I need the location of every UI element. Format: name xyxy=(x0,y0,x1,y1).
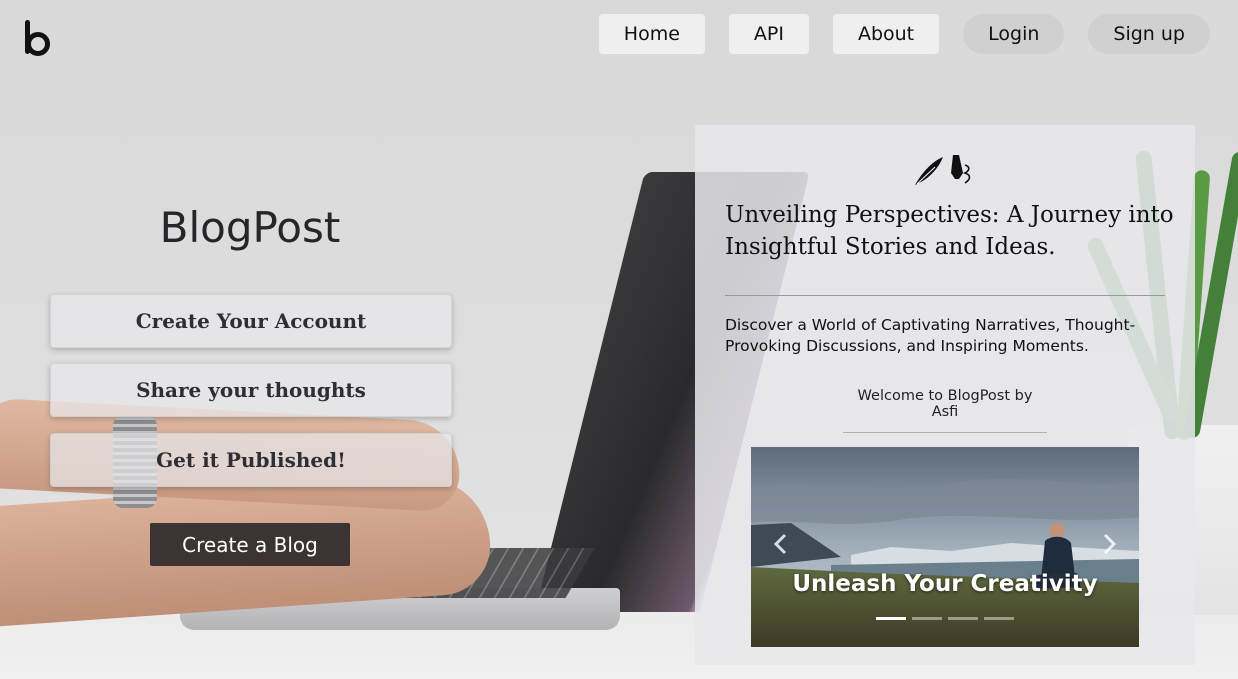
login-button[interactable]: Login xyxy=(963,14,1065,54)
intro-panel: Unveiling Perspectives: A Journey into I… xyxy=(695,125,1195,665)
signup-button[interactable]: Sign up xyxy=(1088,14,1210,54)
chevron-right-icon xyxy=(1103,533,1117,555)
carousel-indicator[interactable] xyxy=(984,617,1014,620)
carousel-prev-button[interactable] xyxy=(767,529,793,559)
brand-title: BlogPost xyxy=(159,203,341,252)
quill-and-pen-icon xyxy=(913,153,977,187)
create-blog-button[interactable]: Create a Blog xyxy=(150,523,350,566)
feature-create-account: Create Your Account xyxy=(50,294,452,348)
nav-api-button[interactable]: API xyxy=(728,14,809,54)
carousel-indicator[interactable] xyxy=(912,617,942,620)
panel-headline: Unveiling Perspectives: A Journey into I… xyxy=(725,202,1174,260)
chevron-left-icon xyxy=(773,533,787,555)
image-carousel[interactable]: Unleash Your Creativity xyxy=(751,447,1139,647)
carousel-caption: Unleash Your Creativity xyxy=(792,571,1098,597)
welcome-text: Welcome to BlogPost by Asfi xyxy=(843,388,1047,433)
logo[interactable] xyxy=(22,18,52,58)
panel-divider xyxy=(725,295,1165,296)
nav-home-button[interactable]: Home xyxy=(598,14,705,54)
carousel-next-button[interactable] xyxy=(1097,529,1123,559)
top-nav: Home API About Login Sign up xyxy=(598,14,1210,54)
carousel-indicator[interactable] xyxy=(948,617,978,620)
carousel-indicator[interactable] xyxy=(876,617,906,620)
carousel-indicators xyxy=(751,617,1139,620)
feature-share-thoughts: Share your thoughts xyxy=(50,363,452,417)
panel-subtext: Discover a World of Captivating Narrativ… xyxy=(725,316,1136,355)
feature-get-published: Get it Published! xyxy=(50,433,452,487)
nav-about-button[interactable]: About xyxy=(832,14,940,54)
